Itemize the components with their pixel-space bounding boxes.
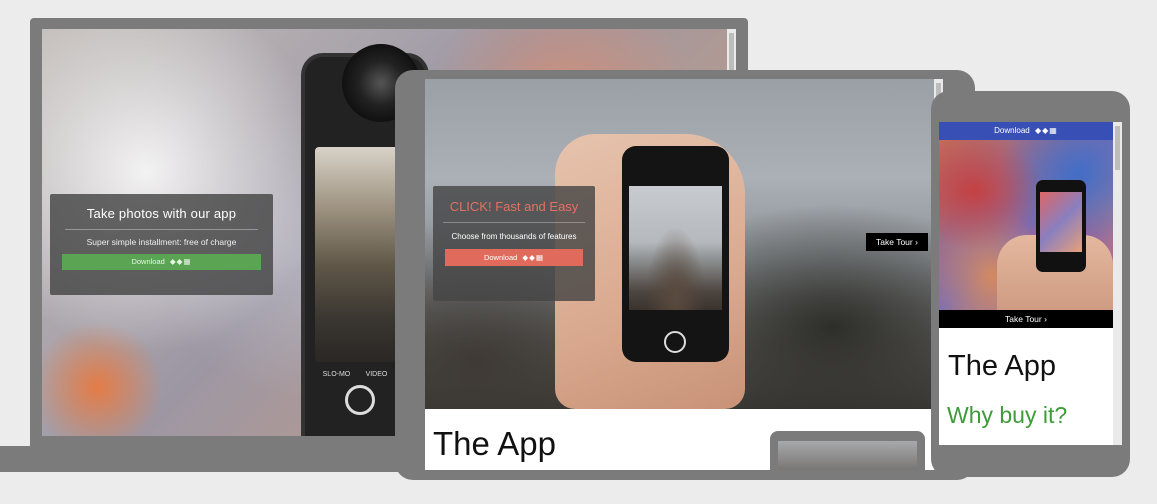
- divider: [65, 229, 258, 230]
- os-platform-icons: ◆◆▦: [522, 253, 545, 262]
- download-label: Download: [483, 253, 518, 262]
- phone-take-tour-button[interactable]: Take Tour ›: [939, 310, 1113, 328]
- laptop-hero-panel: Take photos with our app Super simple in…: [50, 194, 273, 295]
- divider: [443, 222, 585, 223]
- phone-page-title: The App: [948, 350, 1057, 382]
- tablet-take-tour-button[interactable]: Take Tour ›: [866, 233, 928, 251]
- laptop-hero-title: Take photos with our app: [86, 206, 237, 221]
- tablet-inner-device-image: [770, 431, 925, 470]
- phone-screen: Download ◆◆▦ Take Tour › The App Why buy…: [939, 122, 1122, 445]
- phone-camera-view: [629, 186, 722, 310]
- tablet-screen: CLICK! Fast and Easy Choose from thousan…: [425, 79, 943, 470]
- os-platform-icons: ◆◆▦: [169, 257, 192, 266]
- tablet-hero-panel: CLICK! Fast and Easy Choose from thousan…: [433, 186, 595, 301]
- phone-hero-image: [939, 140, 1113, 328]
- tablet-hero-phone: [622, 146, 729, 362]
- tablet-hero-image: CLICK! Fast and Easy Choose from thousan…: [425, 79, 934, 409]
- camera-mode-slomo: SLO-MO: [322, 370, 351, 378]
- phone-page-subtitle: Why buy it?: [947, 402, 1068, 428]
- phone-hero-device: [1036, 180, 1086, 272]
- phone-download-bar[interactable]: Download ◆◆▦: [939, 122, 1113, 140]
- camera-mode-video: VIDEO: [365, 370, 388, 378]
- phone-camera-view: [1040, 192, 1082, 252]
- download-label: Download: [131, 257, 165, 266]
- inner-device-screen: [778, 441, 917, 470]
- phone-scrollbar[interactable]: [1113, 122, 1122, 445]
- shutter-icon: [664, 331, 686, 353]
- laptop-download-button[interactable]: Download ◆◆▦: [62, 254, 261, 270]
- scrollbar-thumb[interactable]: [1115, 126, 1120, 170]
- download-label: Download: [994, 126, 1030, 135]
- laptop-hero-subtitle: Super simple installment: free of charge: [86, 237, 237, 247]
- scrollbar-thumb[interactable]: [729, 33, 734, 73]
- shutter-icon: [345, 385, 375, 415]
- tablet-hero-title: CLICK! Fast and Easy: [449, 199, 579, 214]
- tablet-hero-subtitle: Choose from thousands of features: [451, 232, 577, 241]
- tablet-download-button[interactable]: Download ◆◆▦: [445, 249, 583, 266]
- tablet-page-title: The App: [433, 425, 556, 462]
- os-platform-icons: ◆◆▦: [1034, 126, 1058, 135]
